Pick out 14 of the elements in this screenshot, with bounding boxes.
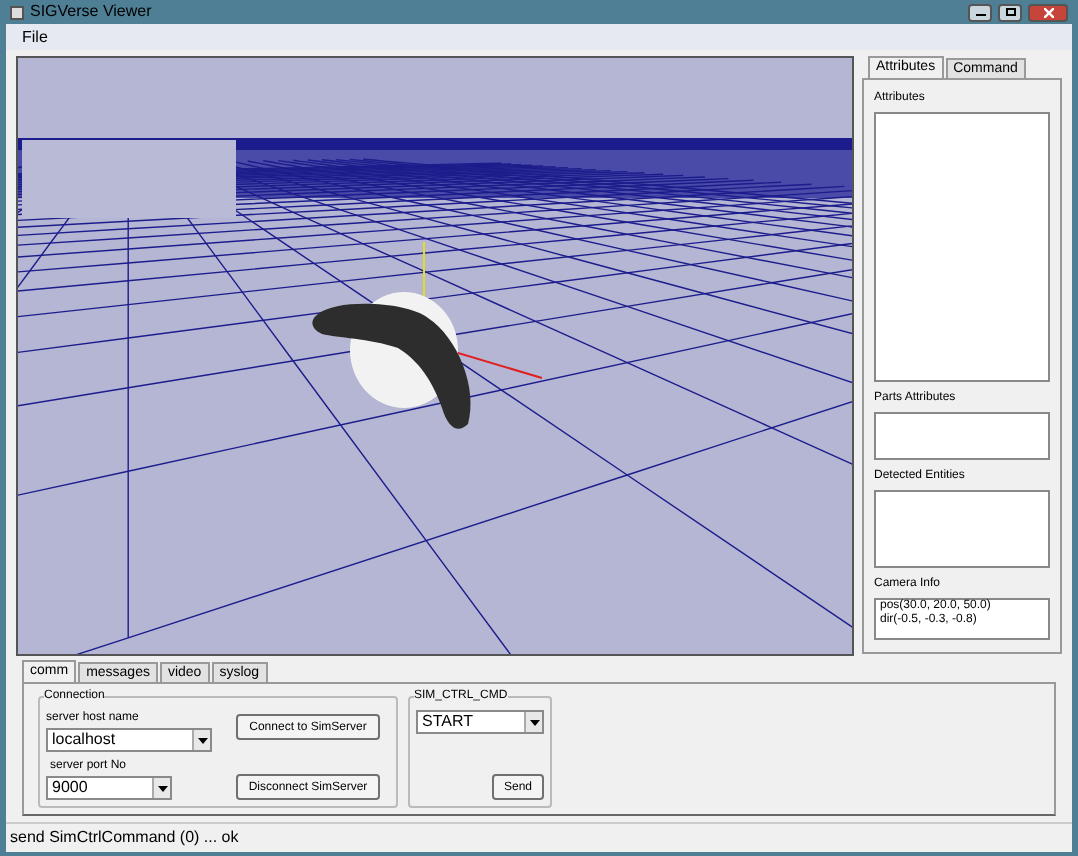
host-combo-box[interactable]: localhost <box>46 728 212 752</box>
command-combo-box[interactable]: START <box>416 710 544 734</box>
close-icon <box>1043 7 1053 17</box>
status-text: send SimCtrlCommand (0) ... ok <box>10 826 239 850</box>
app-icon <box>10 5 24 19</box>
menu-item[interactable]: File <box>22 25 48 49</box>
port-combo-box[interactable]: 9000 <box>46 776 172 800</box>
minimize-button[interactable] <box>968 3 992 21</box>
window-title: SIGVerse Viewer <box>30 0 152 24</box>
close-button[interactable] <box>1028 3 1068 21</box>
maximize-button[interactable] <box>998 3 1022 21</box>
text-area[interactable] <box>874 112 1050 382</box>
text-area[interactable] <box>874 490 1050 568</box>
text-area[interactable] <box>874 412 1050 460</box>
